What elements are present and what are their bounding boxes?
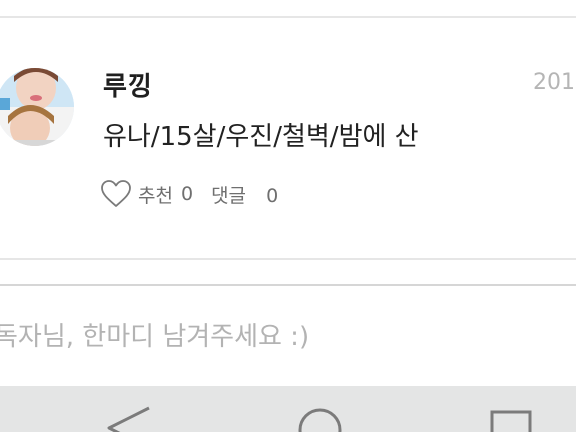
comment-item: 루낑 2018 유나/15살/우진/철벽/밤에 산 추천 0 댓글 0 xyxy=(0,18,576,258)
comment-actions: 추천 0 댓글 0 xyxy=(100,176,278,212)
comment-text: 유나/15살/우진/철벽/밤에 산 xyxy=(103,122,419,152)
like-count: 0 xyxy=(180,183,194,205)
avatar-image xyxy=(0,68,74,146)
square-recents-icon[interactable] xyxy=(486,406,536,432)
system-navbar xyxy=(0,386,576,432)
reply-button[interactable]: 댓글 0 xyxy=(211,181,278,208)
heart-icon xyxy=(101,180,131,207)
like-label: 추천 xyxy=(138,184,173,207)
comment-timestamp: 2018 xyxy=(533,70,576,95)
comment-input[interactable] xyxy=(0,300,576,374)
reply-label: 댓글 xyxy=(211,184,247,207)
triangle-back-icon[interactable] xyxy=(103,406,153,432)
like-button[interactable]: 추천 0 xyxy=(100,179,193,209)
reply-count: 0 xyxy=(266,184,279,207)
avatar[interactable] xyxy=(0,68,74,146)
circle-home-icon[interactable] xyxy=(294,406,346,432)
author-name[interactable]: 루낑 xyxy=(103,66,153,103)
input-top-border xyxy=(0,284,576,286)
